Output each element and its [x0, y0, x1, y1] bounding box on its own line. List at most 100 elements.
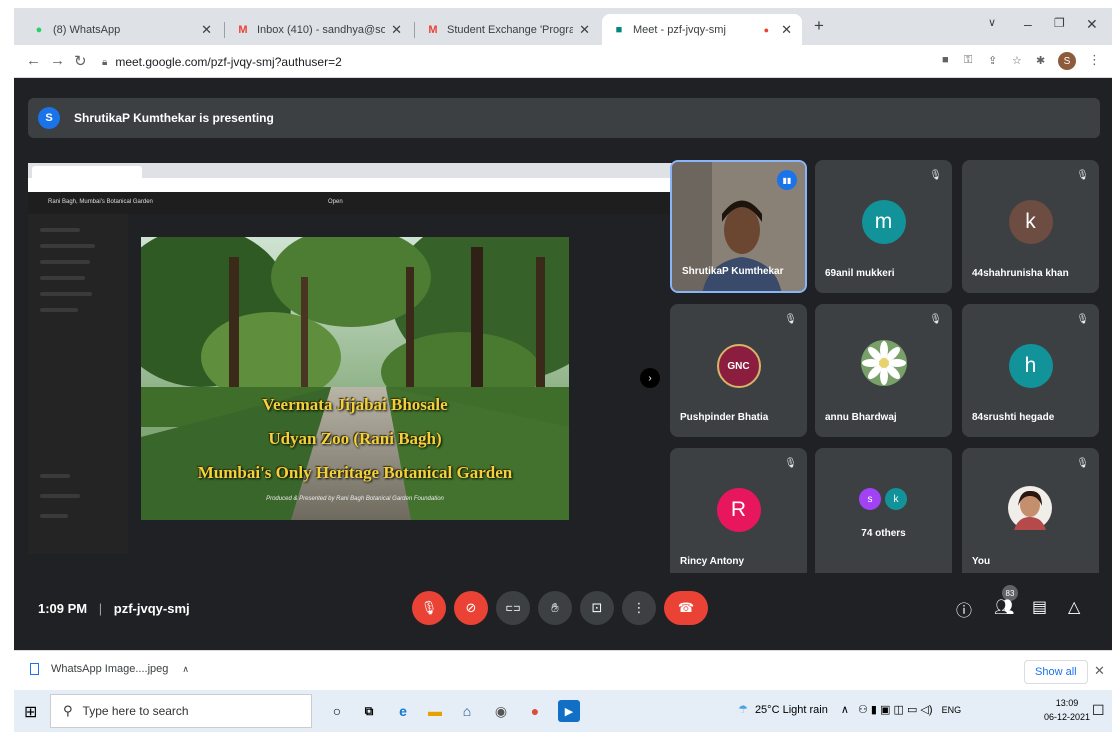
maximize-button[interactable]: ❐ [1054, 16, 1065, 30]
chrome-icon[interactable]: ● [524, 700, 546, 722]
mini-avatar: s [859, 488, 881, 510]
camera-toggle-button[interactable]: ⊘ [454, 591, 488, 625]
participant-name: ShrutikaP Kumthekar [682, 266, 784, 277]
windows-start-icon[interactable]: ⊞ [24, 702, 37, 722]
store-icon[interactable]: ⌂ [456, 700, 478, 722]
mic-off-icon: 🎙︎ [929, 170, 942, 181]
browser-toolbar: ← → ↻ 🔒︎ meet.google.com/pzf-jvqy-smj?au… [14, 45, 1112, 78]
edge-icon[interactable]: e [392, 700, 414, 722]
close-icon[interactable]: ✕ [1094, 663, 1105, 679]
profile-avatar[interactable]: S [1058, 52, 1076, 70]
mic-off-icon: 🎙︎ [420, 600, 438, 615]
tray-icons[interactable]: ⚇ ▮ ▣ ◫ ▭ ◁) [858, 704, 933, 716]
task-view-icon[interactable]: ⧉ [358, 700, 380, 722]
download-item[interactable]: WhatsApp Image....jpeg ∧ [30, 663, 189, 675]
meeting-code: pzf-jvqy-smj [113, 601, 190, 616]
college-logo: GNC [716, 344, 761, 388]
participant-tile[interactable]: 🎙︎ R Rincy Antony [670, 448, 807, 581]
show-all-button[interactable]: Show all [1024, 660, 1088, 684]
camera-indicator-icon[interactable]: ■ [942, 54, 949, 66]
caption-line: Mumbai's Only Heritage Botanical Garden [197, 463, 513, 482]
participant-tile[interactable]: 🎙︎ h 84srushti hegade [962, 304, 1099, 437]
menu-dots-icon[interactable]: ⋮ [1088, 52, 1101, 68]
back-icon[interactable]: ← [26, 52, 41, 69]
weather-text[interactable]: 25°C Light rain [755, 704, 828, 716]
tab-meet[interactable]: ■ Meet - pzf-jvqy-smj ● ✕ [602, 14, 802, 45]
presenting-text: ShrutikaP Kumthekar is presenting [74, 111, 274, 125]
mic-off-icon: 🎙︎ [784, 458, 797, 469]
participant-name: annu Bhardwaj [825, 412, 897, 423]
extensions-icon[interactable]: ✱ [1036, 54, 1045, 67]
raise-hand-button[interactable]: ✋︎ [538, 591, 572, 625]
shared-tab [32, 166, 142, 178]
chat-icon[interactable]: ▤ [1032, 597, 1047, 617]
chevron-up-icon[interactable]: ∧ [182, 664, 189, 675]
present-button[interactable]: ⊡ [580, 591, 614, 625]
mini-avatar: k [885, 488, 907, 510]
activities-icon[interactable]: △ [1068, 597, 1080, 617]
star-icon[interactable]: ☆ [1012, 54, 1022, 67]
close-icon[interactable]: ✕ [781, 22, 792, 38]
downloads-bar: WhatsApp Image....jpeg ∧ Show all ✕ [14, 650, 1112, 690]
captions-button[interactable]: ⊏⊐ [496, 591, 530, 625]
recording-dot-icon: ● [763, 24, 770, 35]
tab-search-icon[interactable]: ∨ [988, 16, 996, 29]
download-filename: WhatsApp Image....jpeg [51, 663, 169, 675]
new-tab-button[interactable]: + [814, 16, 824, 36]
meeting-time: 1:09 PM [38, 601, 88, 616]
mic-off-icon: 🎙︎ [929, 314, 942, 325]
speaking-indicator-icon: ▮▮ [777, 170, 797, 190]
tab-student-exchange[interactable]: M Student Exchange 'Program - on ✕ [416, 14, 600, 45]
language-indicator[interactable]: ENG [942, 705, 962, 715]
participant-tile[interactable]: 🎙︎ You [962, 448, 1099, 581]
participant-tile[interactable]: 🎙︎ k 44shahrunisha khan [962, 160, 1099, 293]
presenter-avatar: S [38, 107, 60, 129]
chevron-right-icon[interactable]: › [640, 368, 660, 388]
cortana-icon[interactable]: ○ [326, 700, 348, 722]
people-icon[interactable]: 👥︎ [994, 597, 1014, 617]
key-icon[interactable]: ⚿ [964, 54, 972, 67]
participant-tile[interactable]: 🎙︎ GNC Pushpinder Bhatia [670, 304, 807, 437]
forward-icon[interactable]: → [50, 52, 65, 69]
tab-inbox[interactable]: M Inbox (410) - sandhya@sophiaco ✕ [226, 14, 412, 45]
tab-separator [414, 22, 415, 38]
participant-tile[interactable]: 🎙︎ m 69anil mukkeri [815, 160, 952, 293]
file-image-icon [30, 663, 39, 675]
leave-call-button[interactable]: ☎︎ [664, 591, 708, 625]
meet-app-icon[interactable]: ▶ [558, 700, 580, 722]
shared-screen[interactable]: Rani Bagh, Mumbai's Botanical Garden Ope… [28, 163, 673, 573]
photo-caption: Veermata Jijabai Bhosale Udyan Zoo (Rani… [141, 388, 569, 490]
meeting-details: 1:09 PM | pzf-jvqy-smj [38, 601, 190, 616]
app-icon[interactable]: ◉ [490, 700, 512, 722]
others-tile[interactable]: s k 74 others [815, 448, 952, 581]
minimize-button[interactable]: – [1024, 16, 1032, 32]
reload-icon[interactable]: ↻ [74, 52, 87, 70]
browser-tab-strip: ● (8) WhatsApp ✕ M Inbox (410) - sandhya… [14, 8, 1112, 45]
file-explorer-icon[interactable]: ▬ [424, 700, 446, 722]
participant-name: 44shahrunisha khan [972, 268, 1069, 279]
close-icon[interactable]: ✕ [579, 22, 590, 38]
gmail-icon: M [428, 23, 438, 36]
tab-whatsapp[interactable]: ● (8) WhatsApp ✕ [22, 14, 222, 45]
participant-tile[interactable]: 🎙︎ annu Bhardwaj [815, 304, 952, 437]
meet-controls-bar: 1:09 PM | pzf-jvqy-smj 🎙︎ ⊘ ⊏⊐ ✋︎ ⊡ ⋮ ☎︎… [14, 573, 1112, 650]
gmail-icon: M [238, 23, 248, 36]
address-bar[interactable]: 🔒︎ meet.google.com/pzf-jvqy-smj?authuser… [102, 50, 902, 74]
camera-off-icon: ⊘ [465, 600, 477, 615]
participant-tile[interactable]: ▮▮ ShrutikaP Kumthekar [670, 160, 807, 293]
mic-toggle-button[interactable]: 🎙︎ [412, 591, 446, 625]
close-icon[interactable]: ✕ [201, 22, 212, 38]
more-options-button[interactable]: ⋮ [622, 591, 656, 625]
window-close-button[interactable]: ✕ [1086, 16, 1098, 33]
notifications-icon[interactable]: ☐ [1092, 702, 1105, 719]
close-icon[interactable]: ✕ [391, 22, 402, 38]
caption-line: Veermata Jijabai Bhosale [262, 395, 448, 414]
clock[interactable]: 13:09 06-12-2021 [1044, 696, 1090, 724]
info-icon[interactable]: ⓘ [956, 597, 972, 621]
share-icon[interactable]: ⇪ [988, 54, 997, 67]
participant-avatar: m [861, 200, 906, 244]
taskbar-search[interactable]: ⚲ Type here to search [50, 694, 312, 728]
windows-taskbar: ⊞ ⚲ Type here to search ○ ⧉ e ▬ ⌂ ◉ ● ▶ … [14, 690, 1112, 732]
chevron-up-icon[interactable]: ∧ [841, 704, 849, 716]
url-text: meet.google.com/pzf-jvqy-smj?authuser=2 [115, 55, 342, 69]
